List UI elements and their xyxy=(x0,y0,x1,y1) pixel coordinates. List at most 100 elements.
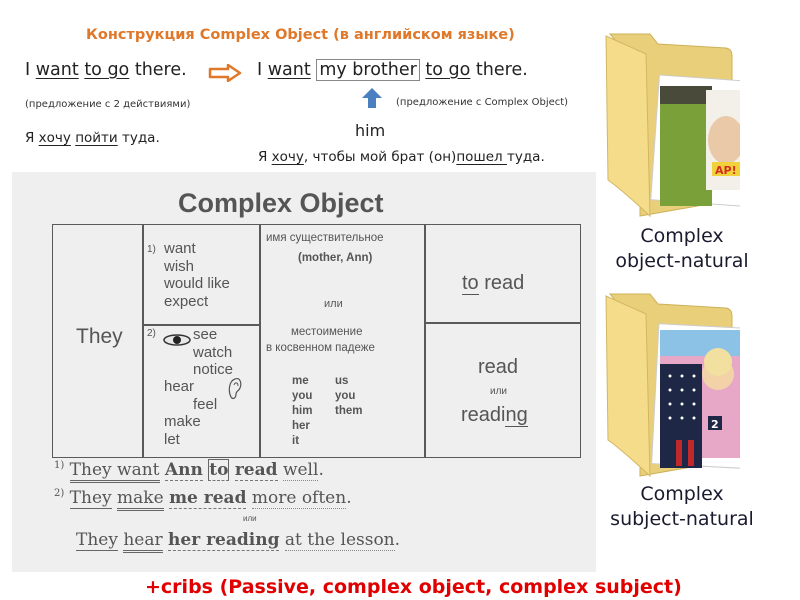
pronoun: you xyxy=(335,390,356,402)
period: . xyxy=(318,460,324,480)
table-divider xyxy=(424,224,426,458)
example-complex-sentence: I want my brother to go there. xyxy=(257,59,528,81)
translation-simple: Я хочу пойти туда. xyxy=(25,130,160,146)
word: I xyxy=(25,60,36,80)
pronoun-label-line2: в косвенном падеже xyxy=(266,342,375,354)
verb: notice xyxy=(193,361,234,378)
word: , чтобы мой брат (он) xyxy=(303,149,457,165)
infinitive: read xyxy=(234,460,278,481)
subject: They xyxy=(76,530,118,551)
complex-object: me read xyxy=(169,488,247,509)
pronoun-label-line1: местоимение xyxy=(291,326,363,338)
verb: expect xyxy=(164,292,209,310)
table-divider xyxy=(259,224,261,458)
example-number: 1) xyxy=(54,460,65,471)
verb: want xyxy=(164,240,196,257)
example-number: 2) xyxy=(54,488,65,499)
verb: see xyxy=(193,326,218,343)
verb: make xyxy=(164,413,201,430)
pronoun: him xyxy=(292,405,313,417)
verb-want: want xyxy=(35,60,79,80)
folder-icon: AP! xyxy=(605,33,752,218)
folder-complex-object[interactable]: AP! xyxy=(600,30,752,220)
verb: feel xyxy=(193,396,218,413)
right-arrow-icon xyxy=(208,64,242,82)
label-line: Complex xyxy=(640,483,724,505)
eye-icon xyxy=(163,334,191,346)
label-line: subject-natural xyxy=(610,508,754,530)
particle-to: to xyxy=(462,272,479,295)
word: I xyxy=(257,60,268,80)
period: . xyxy=(394,530,401,550)
pronoun: her xyxy=(292,420,310,432)
table-divider xyxy=(142,224,144,458)
word-underlined: пойти xyxy=(75,130,118,146)
note-complex-object: (предложение с Complex Object) xyxy=(396,97,569,108)
or-word: или xyxy=(490,386,508,397)
up-arrow-icon xyxy=(362,88,382,108)
pronoun-hint: him xyxy=(355,121,386,140)
or-word: или xyxy=(243,514,257,523)
svg-text:2: 2 xyxy=(711,418,719,431)
pronoun-list-singular: me you him her it xyxy=(292,374,312,449)
noun-label: имя существительное xyxy=(266,232,384,244)
object-boxed: my brother xyxy=(316,59,420,81)
svg-text:AP!: AP! xyxy=(715,164,737,177)
verb-to-go: to go xyxy=(425,60,471,80)
participle-reading: reading xyxy=(461,404,528,427)
folder-label-complex-subject[interactable]: Complex subject-natural xyxy=(582,482,782,532)
verb-read: read xyxy=(478,272,525,294)
predicate: make xyxy=(117,488,164,511)
pronoun: them xyxy=(335,405,363,417)
period: . xyxy=(346,488,352,508)
object: Ann xyxy=(164,460,203,481)
bare-infinitive-read: read xyxy=(478,356,519,378)
example-simple-sentence: I want to go there. xyxy=(25,60,187,80)
adverbial: at the lesson xyxy=(284,530,395,551)
word-base: readi xyxy=(461,404,506,426)
complex-object: her reading xyxy=(168,530,280,551)
verb: watch xyxy=(193,343,233,361)
textbook-title: Complex Object xyxy=(178,188,384,218)
pronoun: us xyxy=(335,375,349,387)
suffix-ng: ng xyxy=(505,404,528,427)
predicate: hear xyxy=(123,530,163,553)
word: Я xyxy=(25,130,39,146)
word: туда. xyxy=(506,149,545,165)
pronoun: it xyxy=(292,435,300,447)
pronoun: me xyxy=(292,375,309,387)
verb-to-go: to go xyxy=(84,60,130,80)
folder-label-complex-object[interactable]: Complex object-natural xyxy=(582,224,782,274)
folder-icon: 2 xyxy=(605,293,752,478)
slide-title: Конструкция Complex Object (в английском… xyxy=(86,27,515,43)
folder-complex-subject[interactable]: 2 xyxy=(600,290,752,480)
infinitive-to-read: to read xyxy=(462,272,524,295)
word: Я xyxy=(258,149,272,165)
group-number: 1) xyxy=(147,244,156,255)
word: there. xyxy=(470,60,528,80)
verb: wish xyxy=(164,257,195,275)
particle-to-boxed: to xyxy=(208,459,230,481)
verb-want: want xyxy=(267,60,311,80)
example-3: They hear her reading at the lesson. xyxy=(76,530,401,553)
verb: hear xyxy=(164,378,195,395)
noun-examples: (mother, Ann) xyxy=(298,252,373,264)
pronoun: you xyxy=(292,390,313,402)
verbs-group2-causative: make let xyxy=(164,413,201,448)
verb: let xyxy=(164,430,180,448)
or-word: или xyxy=(324,298,343,310)
word: туда. xyxy=(117,130,160,146)
word: there. xyxy=(129,60,187,80)
label-line: Complex xyxy=(640,225,724,247)
word-underlined: пошел xyxy=(456,149,507,165)
label-line: object-natural xyxy=(615,250,749,272)
translation-complex: Я хочу, чтобы мой брат (он)пошел туда. xyxy=(258,149,545,165)
table-divider xyxy=(424,322,580,324)
group-number: 2) xyxy=(147,328,156,339)
verb: would like xyxy=(164,275,230,292)
ear-icon xyxy=(228,378,242,400)
subject: They xyxy=(69,488,112,509)
adverbial: well xyxy=(282,460,319,481)
subject-predicate: They want xyxy=(69,460,160,483)
verbs-group2-sense: see watch notice xyxy=(193,326,233,379)
